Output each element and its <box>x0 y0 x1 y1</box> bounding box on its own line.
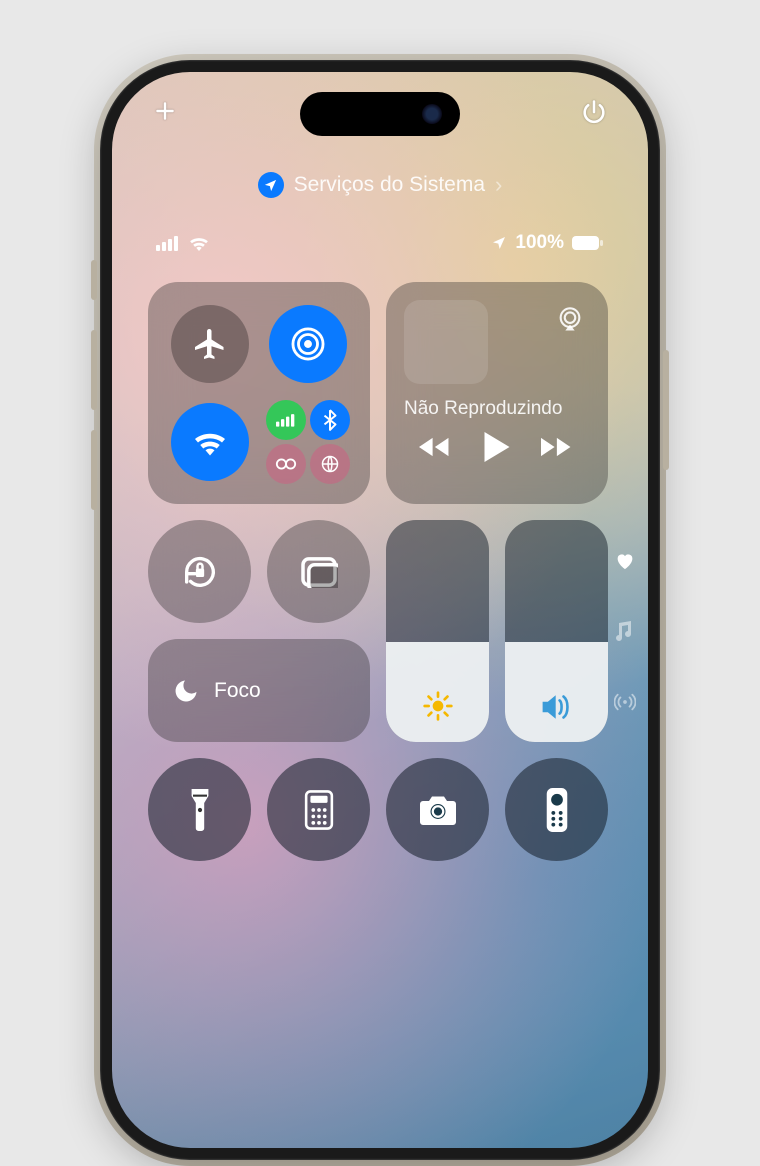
focus-label: Foco <box>214 679 261 703</box>
satellite-icon <box>320 454 340 474</box>
wifi-status-icon <box>188 235 210 251</box>
volume-down-button <box>91 430 97 510</box>
camera-icon <box>417 793 459 827</box>
phone-frame: Serviços do Sistema › 100% <box>100 60 660 1160</box>
album-art <box>404 300 488 384</box>
silent-switch <box>91 260 97 300</box>
airplane-mode-button[interactable] <box>171 305 249 383</box>
side-button <box>663 350 669 470</box>
screen: Serviços do Sistema › 100% <box>112 72 648 1148</box>
bluetooth-icon <box>323 409 337 431</box>
wifi-icon <box>192 428 228 456</box>
wifi-button[interactable] <box>171 403 249 481</box>
forward-icon <box>541 436 575 458</box>
power-button[interactable] <box>580 98 608 126</box>
location-icon <box>263 178 278 193</box>
calculator-icon <box>304 790 334 830</box>
volume-slider[interactable] <box>505 520 608 742</box>
chevron-right-icon: › <box>495 172 502 198</box>
cellular-signal-icon <box>156 235 180 251</box>
airdrop-button[interactable] <box>269 305 347 383</box>
broadcast-icon <box>614 692 636 712</box>
brightness-slider[interactable] <box>386 520 489 742</box>
sun-icon <box>422 690 454 722</box>
orientation-lock-icon <box>180 552 220 592</box>
cellular-data-button[interactable] <box>266 400 306 440</box>
airdrop-icon <box>289 325 327 363</box>
orientation-lock-button[interactable] <box>148 520 251 623</box>
remote-icon <box>546 788 568 832</box>
rewind-icon <box>419 436 453 458</box>
flashlight-icon <box>188 789 212 831</box>
airplane-icon <box>192 326 228 362</box>
system-services-label: Serviços do Sistema <box>294 173 485 197</box>
rewind-button[interactable] <box>419 436 453 458</box>
add-icon <box>152 98 178 124</box>
moon-icon <box>172 677 200 705</box>
battery-text: 100% <box>515 232 564 254</box>
airplay-button[interactable] <box>550 300 590 340</box>
location-badge <box>258 172 284 198</box>
airplay-icon <box>556 307 584 333</box>
speaker-icon <box>540 692 574 722</box>
page-indicators[interactable] <box>614 552 636 712</box>
add-control-button[interactable] <box>152 98 178 126</box>
location-status-icon <box>491 235 507 251</box>
battery-icon <box>572 235 604 251</box>
status-bar: 100% <box>112 232 648 254</box>
remote-button[interactable] <box>505 758 608 861</box>
play-icon <box>483 432 511 462</box>
screen-mirroring-icon <box>300 556 338 588</box>
dynamic-island <box>300 92 460 136</box>
now-playing-title: Não Reproduzindo <box>404 398 590 420</box>
hotspot-icon <box>275 457 297 471</box>
music-note-icon <box>616 620 634 642</box>
screen-mirroring-button[interactable] <box>267 520 370 623</box>
play-button[interactable] <box>483 432 511 462</box>
now-playing-tile[interactable]: Não Reproduzindo <box>386 282 608 504</box>
calculator-button[interactable] <box>267 758 370 861</box>
bluetooth-button[interactable] <box>310 400 350 440</box>
connectivity-tile[interactable] <box>148 282 370 504</box>
heart-icon <box>615 552 635 570</box>
power-icon <box>580 98 608 126</box>
cellular-icon <box>276 413 296 427</box>
camera-button[interactable] <box>386 758 489 861</box>
volume-up-button <box>91 330 97 410</box>
system-services-row[interactable]: Serviços do Sistema › <box>112 172 648 198</box>
personal-hotspot-button[interactable] <box>266 444 306 484</box>
forward-button[interactable] <box>541 436 575 458</box>
focus-button[interactable]: Foco <box>148 639 370 742</box>
satellite-button[interactable] <box>310 444 350 484</box>
flashlight-button[interactable] <box>148 758 251 861</box>
